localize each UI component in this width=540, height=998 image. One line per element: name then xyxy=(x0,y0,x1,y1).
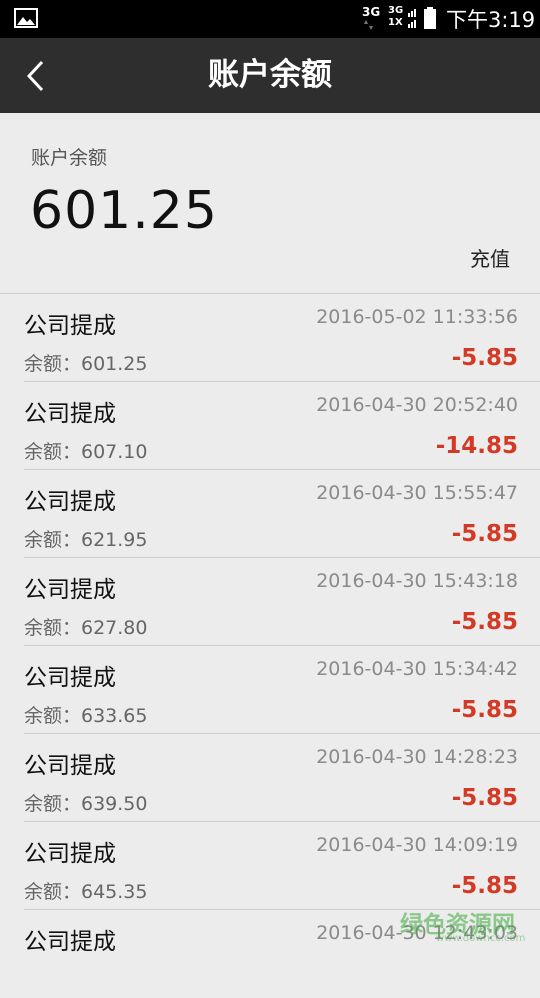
transaction-time: 2016-04-30 14:28:23 xyxy=(316,746,518,768)
transaction-row[interactable]: 公司提成 2016-04-30 14:09:19 余额：645.35 -5.85 xyxy=(0,822,540,910)
transaction-type: 公司提成 xyxy=(24,489,116,515)
transaction-type: 公司提成 xyxy=(24,841,116,867)
transaction-change: -14.85 xyxy=(435,433,518,459)
recharge-button[interactable]: 充值 xyxy=(470,243,510,272)
transaction-type: 公司提成 xyxy=(24,401,116,427)
transaction-row[interactable]: 公司提成 2016-04-30 15:43:18 余额：627.80 -5.85 xyxy=(0,558,540,646)
balance-label: 账户余额 xyxy=(31,147,108,169)
transaction-time: 2016-05-02 11:33:56 xyxy=(316,306,518,328)
transaction-time: 2016-04-30 15:55:47 xyxy=(316,482,518,504)
transaction-list: 公司提成 2016-05-02 11:33:56 余额：601.25 -5.85… xyxy=(0,293,540,998)
balance-amount: 601.25 xyxy=(30,181,218,241)
data-arrows-icon xyxy=(364,20,373,30)
transaction-row[interactable]: 公司提成 2016-04-30 15:55:47 余额：621.95 -5.85 xyxy=(0,470,540,558)
status-bar: 3G 3G 1X 下午3:19 xyxy=(0,0,540,38)
back-arrow-icon[interactable] xyxy=(20,56,60,96)
transaction-row[interactable]: 公司提成 2016-04-30 12:43:03 xyxy=(0,910,540,998)
balance-summary: 账户余额 601.25 充值 xyxy=(0,113,540,293)
network-3g-label: 3G xyxy=(362,5,381,19)
transaction-type: 公司提成 xyxy=(24,313,116,339)
transaction-change: -5.85 xyxy=(451,785,518,811)
status-clock: 下午3:19 xyxy=(446,8,536,32)
transaction-change: -5.85 xyxy=(451,697,518,723)
transaction-row[interactable]: 公司提成 2016-04-30 14:28:23 余额：639.50 -5.85 xyxy=(0,734,540,822)
transaction-time: 2016-04-30 20:52:40 xyxy=(316,394,518,416)
battery-icon xyxy=(424,7,436,29)
transaction-time: 2016-04-30 12:43:03 xyxy=(316,922,518,944)
transaction-type: 公司提成 xyxy=(24,577,116,603)
transaction-row[interactable]: 公司提成 2016-04-30 20:52:40 余额：607.10 -14.8… xyxy=(0,382,540,470)
transaction-type: 公司提成 xyxy=(24,665,116,691)
transaction-row[interactable]: 公司提成 2016-05-02 11:33:56 余额：601.25 -5.85 xyxy=(0,294,540,382)
transaction-time: 2016-04-30 15:34:42 xyxy=(316,658,518,680)
transaction-change: -5.85 xyxy=(451,873,518,899)
transaction-balance: 余额：633.65 xyxy=(24,705,148,727)
transaction-balance: 余额：645.35 xyxy=(24,881,148,903)
transaction-balance: 余额：627.80 xyxy=(24,617,148,639)
signal-strength-icon xyxy=(408,9,416,28)
transaction-time: 2016-04-30 15:43:18 xyxy=(316,570,518,592)
image-notification-icon xyxy=(14,8,38,28)
transaction-type: 公司提成 xyxy=(24,753,116,779)
app-bar: 账户余额 xyxy=(0,38,540,113)
transaction-type: 公司提成 xyxy=(24,929,116,955)
transaction-change: -5.85 xyxy=(451,521,518,547)
transaction-balance: 余额：607.10 xyxy=(24,441,148,463)
transaction-change: -5.85 xyxy=(451,345,518,371)
transaction-change: -5.85 xyxy=(451,609,518,635)
transaction-time: 2016-04-30 14:09:19 xyxy=(316,834,518,856)
page-title: 账户余额 xyxy=(208,57,332,93)
transaction-balance: 余额：601.25 xyxy=(24,353,148,375)
transaction-balance: 余额：621.95 xyxy=(24,529,148,551)
transaction-row[interactable]: 公司提成 2016-04-30 15:34:42 余额：633.65 -5.85 xyxy=(0,646,540,734)
transaction-balance: 余额：639.50 xyxy=(24,793,148,815)
